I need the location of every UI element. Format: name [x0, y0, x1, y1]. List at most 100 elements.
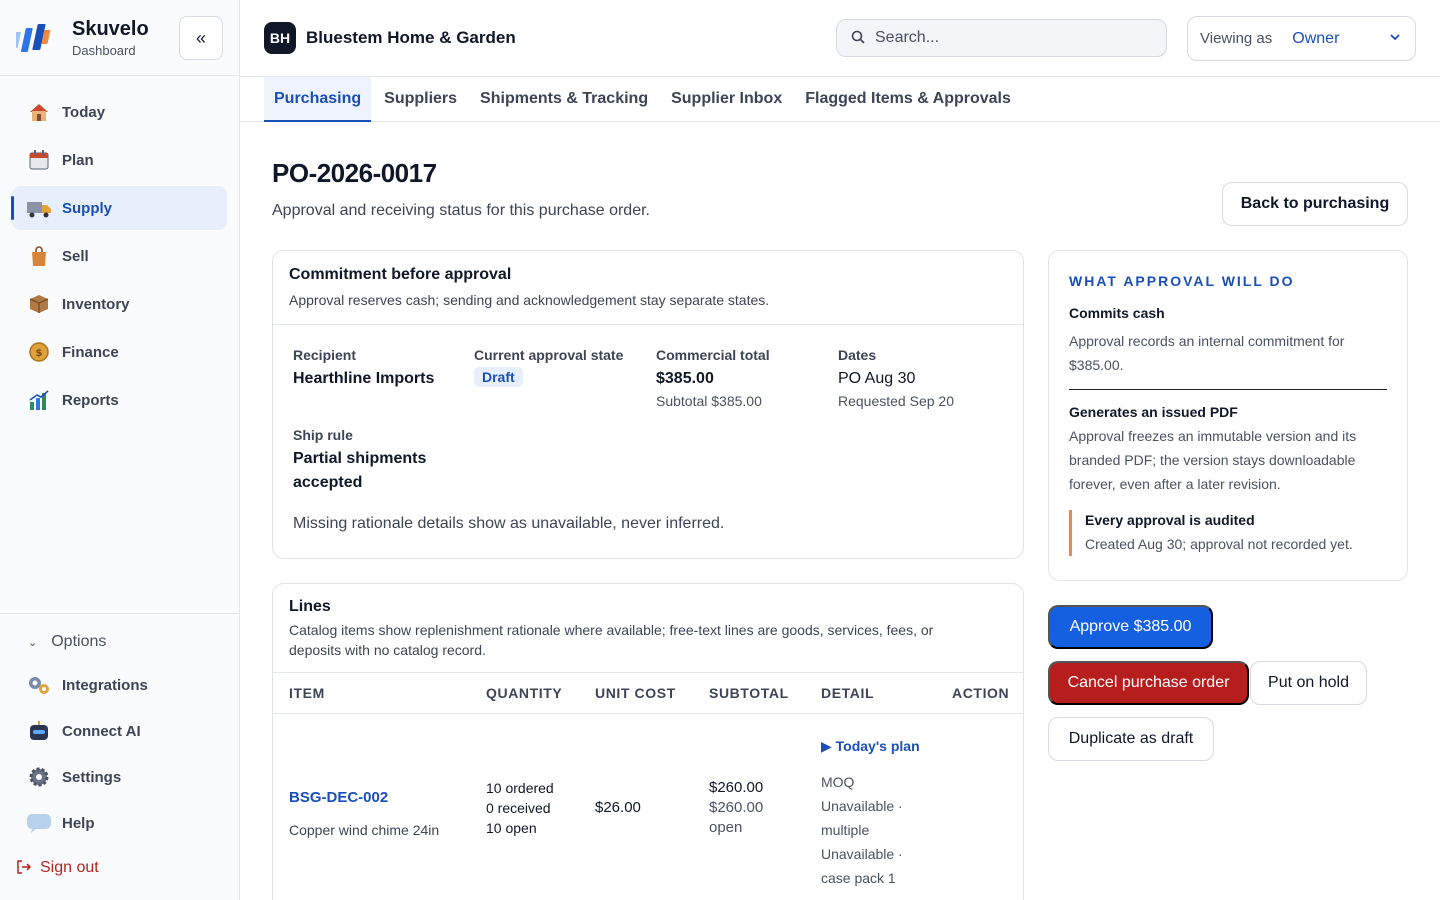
qty-ordered: 10 ordered	[486, 780, 554, 796]
sidebar: Skuvelo Dashboard « Today Plan Supply Se…	[0, 0, 240, 900]
sidebar-item-settings[interactable]: Settings	[12, 754, 227, 800]
house-icon	[26, 99, 52, 125]
table-row: BSG-DEC-002 Copper wind chime 24in 10 or…	[273, 714, 1023, 900]
sidebar-bottom: ⌄ Options Integrations Connect AI Settin…	[0, 613, 239, 900]
audit-title: Every approval is audited	[1085, 512, 1255, 528]
column-header-subtotal: SUBTOTAL	[709, 685, 789, 701]
chart-icon	[26, 387, 52, 413]
commits-cash-body-line-1: Approval records an internal commitment …	[1069, 333, 1345, 349]
line-item-name: Copper wind chime 24in	[289, 822, 440, 838]
column-header-item: ITEM	[289, 685, 325, 701]
detail-multiple-value: Unavailable ·	[821, 846, 903, 862]
page-title: PO-2026-0017	[272, 158, 437, 188]
duplicate-as-draft-button[interactable]: Duplicate as draft	[1048, 717, 1214, 761]
svg-text:$: $	[36, 348, 43, 359]
section-tabs: Purchasing Suppliers Shipments & Trackin…	[240, 77, 1440, 122]
brand-subtitle: Dashboard	[72, 42, 136, 58]
sidebar-item-label: Inventory	[62, 295, 130, 313]
approval-info-card: WHAT APPROVAL WILL DO Commits cash Appro…	[1048, 250, 1408, 581]
sidebar-item-inventory[interactable]: Inventory	[12, 282, 227, 326]
line-sku-link[interactable]: BSG-DEC-002	[289, 788, 439, 808]
sidebar-item-plan[interactable]: Plan	[12, 138, 227, 182]
sidebar-item-label: Settings	[62, 768, 122, 786]
commitment-title: Commitment before approval	[289, 266, 512, 283]
skuvelo-logo	[11, 18, 56, 58]
sidebar-item-label: Help	[62, 814, 95, 832]
column-header-unit-cost: UNIT COST	[595, 685, 676, 701]
back-to-purchasing-button[interactable]: Back to purchasing	[1222, 182, 1408, 226]
detail-multiple: multiple	[821, 822, 870, 838]
sidebar-nav: Today Plan Supply Sell Inventory $ Finan…	[0, 76, 239, 440]
viewing-as-select[interactable]: Viewing as Owner	[1187, 16, 1416, 61]
sidebar-item-finance[interactable]: $ Finance	[12, 330, 227, 374]
tab-supplier-inbox[interactable]: Supplier Inbox	[661, 77, 792, 121]
status-badge: Draft	[474, 367, 523, 387]
ship-rule-fact: Ship rule Partial shipments accepted	[293, 427, 426, 495]
sign-out-link[interactable]: Sign out	[12, 846, 227, 890]
sidebar-item-label: Reports	[62, 391, 119, 409]
lines-card-header: Lines Catalog items show replenishment r…	[273, 584, 1023, 673]
commercial-total-label: Commercial total	[656, 347, 770, 363]
recipient-value: Hearthline Imports	[293, 370, 435, 387]
commitment-card-header: Commitment before approval Approval rese…	[273, 251, 1023, 325]
commits-cash-section: Commits cash Approval records an interna…	[1069, 305, 1387, 377]
lines-title: Lines	[289, 598, 331, 615]
ship-rule-value-line-1: Partial shipments	[293, 450, 427, 467]
approve-button[interactable]: Approve $385.00	[1048, 605, 1213, 649]
org-name[interactable]: Bluestem Home & Garden	[306, 28, 516, 48]
sidebar-item-integrations[interactable]: Integrations	[12, 662, 227, 708]
sidebar-item-today[interactable]: Today	[12, 90, 227, 134]
lines-description-line-2: deposits with no catalog record.	[289, 642, 486, 658]
sidebar-item-label: Supply	[62, 199, 113, 217]
line-subtotal-open-label: open	[709, 819, 743, 836]
robot-icon	[26, 718, 52, 744]
commitment-facts: Recipient Hearthline Imports Current app…	[273, 325, 1023, 555]
coin-icon: $	[26, 339, 52, 365]
cancel-purchase-order-button[interactable]: Cancel purchase order	[1048, 661, 1249, 705]
recipient-fact: Recipient Hearthline Imports	[293, 347, 434, 391]
ship-rule-value-line-2: accepted	[293, 474, 363, 491]
detail-moq-value: Unavailable ·	[821, 798, 903, 814]
search-box[interactable]	[836, 19, 1167, 57]
viewing-as-value: Owner	[1292, 29, 1340, 47]
sign-out-label: Sign out	[40, 859, 99, 876]
detail-moq: MOQ	[821, 774, 855, 790]
sidebar-item-help[interactable]: Help	[12, 800, 227, 846]
subtotal-meta: Subtotal $385.00	[656, 393, 762, 409]
lines-card: Lines Catalog items show replenishment r…	[272, 583, 1024, 900]
sidebar-item-connect-ai[interactable]: Connect AI	[12, 708, 227, 754]
tab-suppliers[interactable]: Suppliers	[374, 77, 467, 121]
lines-description-line-1: Catalog items show replenishment rationa…	[289, 622, 934, 638]
missing-rationale-note: Missing rationale details show as unavai…	[293, 515, 725, 532]
collapse-sidebar-button[interactable]: «	[179, 16, 223, 60]
chevron-down-icon: ⌄	[28, 636, 38, 649]
shopping-bag-icon	[26, 243, 52, 269]
detail-case-pack: case pack 1	[821, 870, 896, 886]
divider	[1069, 389, 1387, 390]
commercial-total-value: $385.00	[656, 370, 714, 387]
approval-info-heading: WHAT APPROVAL WILL DO	[1069, 273, 1295, 289]
chevron-down-icon	[1389, 31, 1401, 46]
box-icon	[26, 291, 52, 317]
search-icon	[851, 30, 865, 47]
audit-body: Created Aug 30; approval not recorded ye…	[1085, 536, 1353, 552]
org-avatar[interactable]: BH	[264, 22, 296, 54]
options-toggle[interactable]: ⌄ Options	[12, 622, 227, 662]
commercial-total-fact: Commercial total $385.00 Subtotal $385.0…	[656, 347, 770, 409]
page-subtitle: Approval and receiving status for this p…	[272, 202, 650, 219]
sidebar-item-supply[interactable]: Supply	[11, 186, 227, 230]
sidebar-item-label: Today	[62, 103, 106, 121]
sidebar-item-label: Finance	[62, 343, 119, 361]
tab-shipments-tracking[interactable]: Shipments & Tracking	[470, 77, 658, 121]
search-input[interactable]	[875, 29, 1145, 47]
speech-bubble-icon	[26, 810, 52, 836]
double-chevron-left-icon: «	[195, 27, 206, 48]
todays-plan-disclosure[interactable]: ▶ Today's plan	[821, 736, 920, 756]
tab-flagged-items-approvals[interactable]: Flagged Items & Approvals	[795, 77, 1021, 121]
sidebar-item-sell[interactable]: Sell	[12, 234, 227, 278]
approval-state-fact: Current approval state Draft	[474, 347, 623, 387]
sidebar-item-reports[interactable]: Reports	[12, 378, 227, 422]
tab-purchasing[interactable]: Purchasing	[264, 77, 372, 122]
put-on-hold-button[interactable]: Put on hold	[1250, 661, 1367, 705]
options-label: Options	[51, 633, 107, 650]
